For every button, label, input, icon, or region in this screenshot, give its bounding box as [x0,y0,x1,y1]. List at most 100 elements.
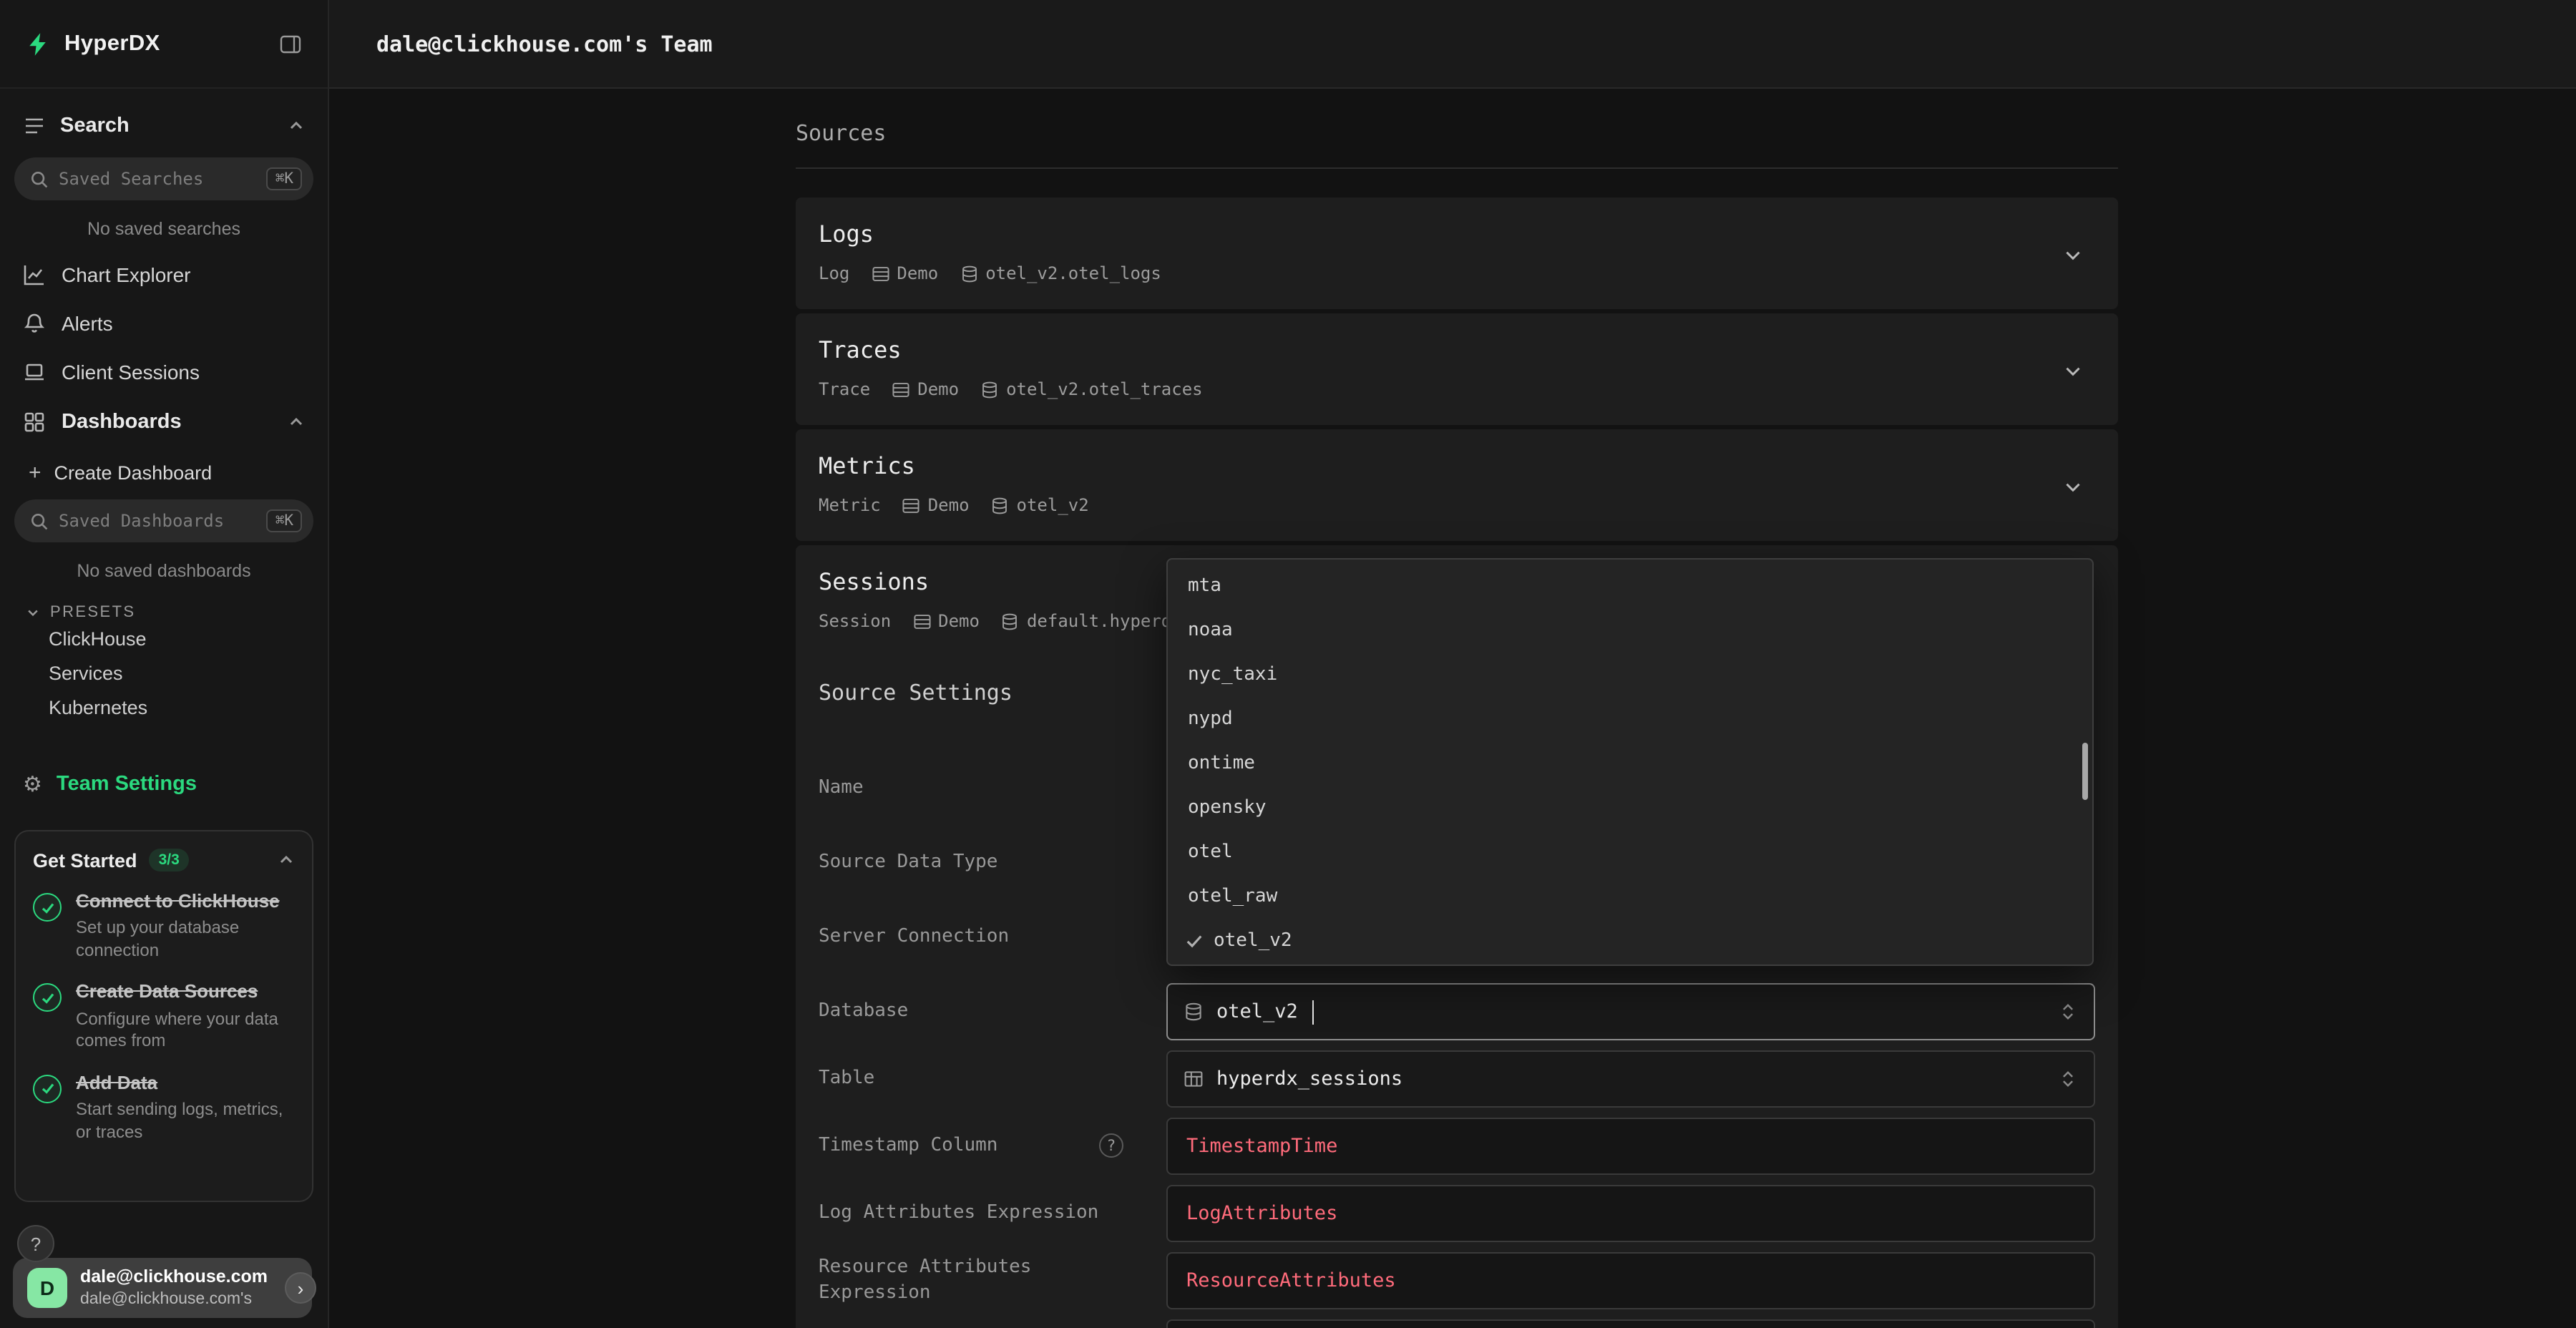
search-section-label: Search [60,114,130,137]
source-card-meta: Metric Demo otel_v2 [819,495,2095,515]
saved-searches-input[interactable]: Saved Searches ⌘K [14,157,313,200]
page-title: dale@clickhouse.com's Team [376,31,713,57]
chevron-up-icon[interactable] [288,414,305,431]
dropdown-option[interactable]: otel [1168,830,2092,874]
dropdown-option[interactable]: noaa [1168,608,2092,653]
dropdown-option[interactable]: nyc_taxi [1168,653,2092,697]
dropdown-option[interactable]: ontime [1168,741,2092,786]
chevron-up-icon[interactable] [278,851,295,869]
step-text: Connect to ClickHouse Set up your databa… [76,890,295,962]
table-select[interactable]: hyperdx_sessions [1166,1050,2095,1108]
user-org: dale@clickhouse.com's [80,1289,268,1309]
get-started-step[interactable]: Create Data Sources Configure where your… [33,981,295,1053]
chevron-right-icon[interactable]: › [285,1272,316,1304]
sidebar-item-client-sessions[interactable]: Client Sessions [0,348,328,396]
sidebar-nav: Chart Explorer Alerts Client Sessions Da… [0,250,328,810]
sidebar-section-dashboards[interactable]: Dashboards [0,396,328,448]
database-icon [980,380,999,399]
step-text: Add Data Start sending logs, metrics, or… [76,1072,295,1144]
saved-dashboards-placeholder: Saved Dashboards [59,511,257,531]
app-title: HyperDX [64,31,160,57]
user-name: dale@clickhouse.com [80,1266,268,1289]
divider [796,167,2118,169]
text-cursor [1312,1000,1314,1024]
table-name: otel_v2 [1017,495,1089,515]
hyperdx-logo-icon [26,31,52,57]
sidebar-section-search[interactable]: Search [0,97,328,155]
timestamp-column-input[interactable] [1166,1118,2095,1175]
preset-item-services[interactable]: Services [0,655,328,690]
log-attributes-input[interactable] [1166,1185,2095,1242]
connection-name: Demo [897,263,938,283]
database-select[interactable]: otel_v2 [1166,983,2095,1040]
help-button[interactable]: ? [17,1225,54,1262]
form-row-timestamp: Timestamp Column ? [819,1118,2095,1175]
chevron-down-icon[interactable] [2062,361,2084,382]
preset-label: Kubernetes [49,696,147,718]
no-saved-searches-text: No saved searches [0,219,328,239]
source-card-metrics[interactable]: Metrics Metric Demo otel_v2 [796,429,2118,541]
help-icon[interactable]: ? [1099,1134,1123,1158]
connection-name: Demo [928,495,970,515]
source-type: Log [819,263,849,283]
partial-input[interactable] [1166,1319,2095,1328]
create-dashboard-button[interactable]: + Create Dashboard [0,448,328,497]
dropdown-option[interactable]: mta [1168,564,2092,608]
chevron-down-icon[interactable] [2062,245,2084,266]
dropdown-option[interactable]: otel_raw [1168,874,2092,919]
get-started-header[interactable]: Get Started 3/3 [33,849,295,872]
database-value: otel_v2 [1216,1000,1298,1023]
user-info: dale@clickhouse.com dale@clickhouse.com'… [80,1266,268,1309]
server-icon [892,380,910,399]
source-table: otel_v2.otel_traces [980,379,1203,399]
dropdown-option[interactable]: opensky [1168,786,2092,830]
form-row-log-attributes: Log Attributes Expression [819,1185,2095,1242]
bell-icon [23,312,46,335]
get-started-step[interactable]: Connect to ClickHouse Set up your databa… [33,890,295,962]
step-title: Connect to ClickHouse [76,890,295,914]
source-card-traces[interactable]: Traces Trace Demo otel_v2.otel_traces [796,313,2118,425]
table-name: otel_v2.otel_traces [1006,379,1203,399]
sidebar-item-chart-explorer[interactable]: Chart Explorer [0,250,328,299]
option-label: otel_raw [1188,886,1277,907]
get-started-card: Get Started 3/3 Connect to ClickHouse Se… [14,830,313,1203]
chevron-updown-icon [2058,1002,2078,1022]
table-label: Table [819,1066,1166,1091]
source-card-logs[interactable]: Logs Log Demo otel_v2.otel_logs [796,197,2118,309]
label-text: Timestamp Column [819,1133,997,1158]
table-value: hyperdx_sessions [1216,1068,1402,1090]
source-type: Session [819,611,891,631]
server-icon [871,264,889,283]
get-started-step[interactable]: Add Data Start sending logs, metrics, or… [33,1072,295,1144]
sidebar-collapse-icon[interactable] [279,32,302,55]
option-label: otel_v2 [1214,930,1292,952]
option-label: noaa [1188,620,1233,641]
table-icon [1184,1069,1204,1089]
preset-item-clickhouse[interactable]: ClickHouse [0,621,328,655]
dropdown-option-selected[interactable]: otel_v2 [1168,919,2092,963]
preset-label: Services [49,662,123,683]
step-title: Create Data Sources [76,981,295,1005]
dropdown-option[interactable]: nypd [1168,697,2092,741]
avatar: D [27,1268,67,1308]
dropdown-scrollbar[interactable] [2082,743,2088,800]
database-icon [1001,612,1020,630]
check-circle-icon [33,893,62,922]
chevron-up-icon[interactable] [288,117,305,135]
sidebar-item-alerts[interactable]: Alerts [0,299,328,348]
form-row-partial [819,1319,2095,1328]
sidebar-item-team-settings[interactable]: ⚙ Team Settings [0,758,328,810]
step-description: Set up your database connection [76,918,295,962]
presets-toggle[interactable]: PRESETS [0,604,328,621]
resource-attributes-input[interactable] [1166,1252,2095,1309]
user-menu[interactable]: D dale@clickhouse.com dale@clickhouse.co… [13,1258,312,1318]
saved-dashboards-input[interactable]: Saved Dashboards ⌘K [14,499,313,542]
preset-item-kubernetes[interactable]: Kubernetes [0,690,328,724]
server-icon [902,496,921,514]
topbar: dale@clickhouse.com's Team [329,0,2576,89]
no-saved-dashboards-text: No saved dashboards [0,561,328,581]
sidebar-item-label: Alerts [62,312,113,335]
keyboard-shortcut-badge: ⌘K [267,167,302,190]
chevron-down-icon[interactable] [2062,477,2084,498]
step-description: Configure where your data comes from [76,1008,295,1053]
